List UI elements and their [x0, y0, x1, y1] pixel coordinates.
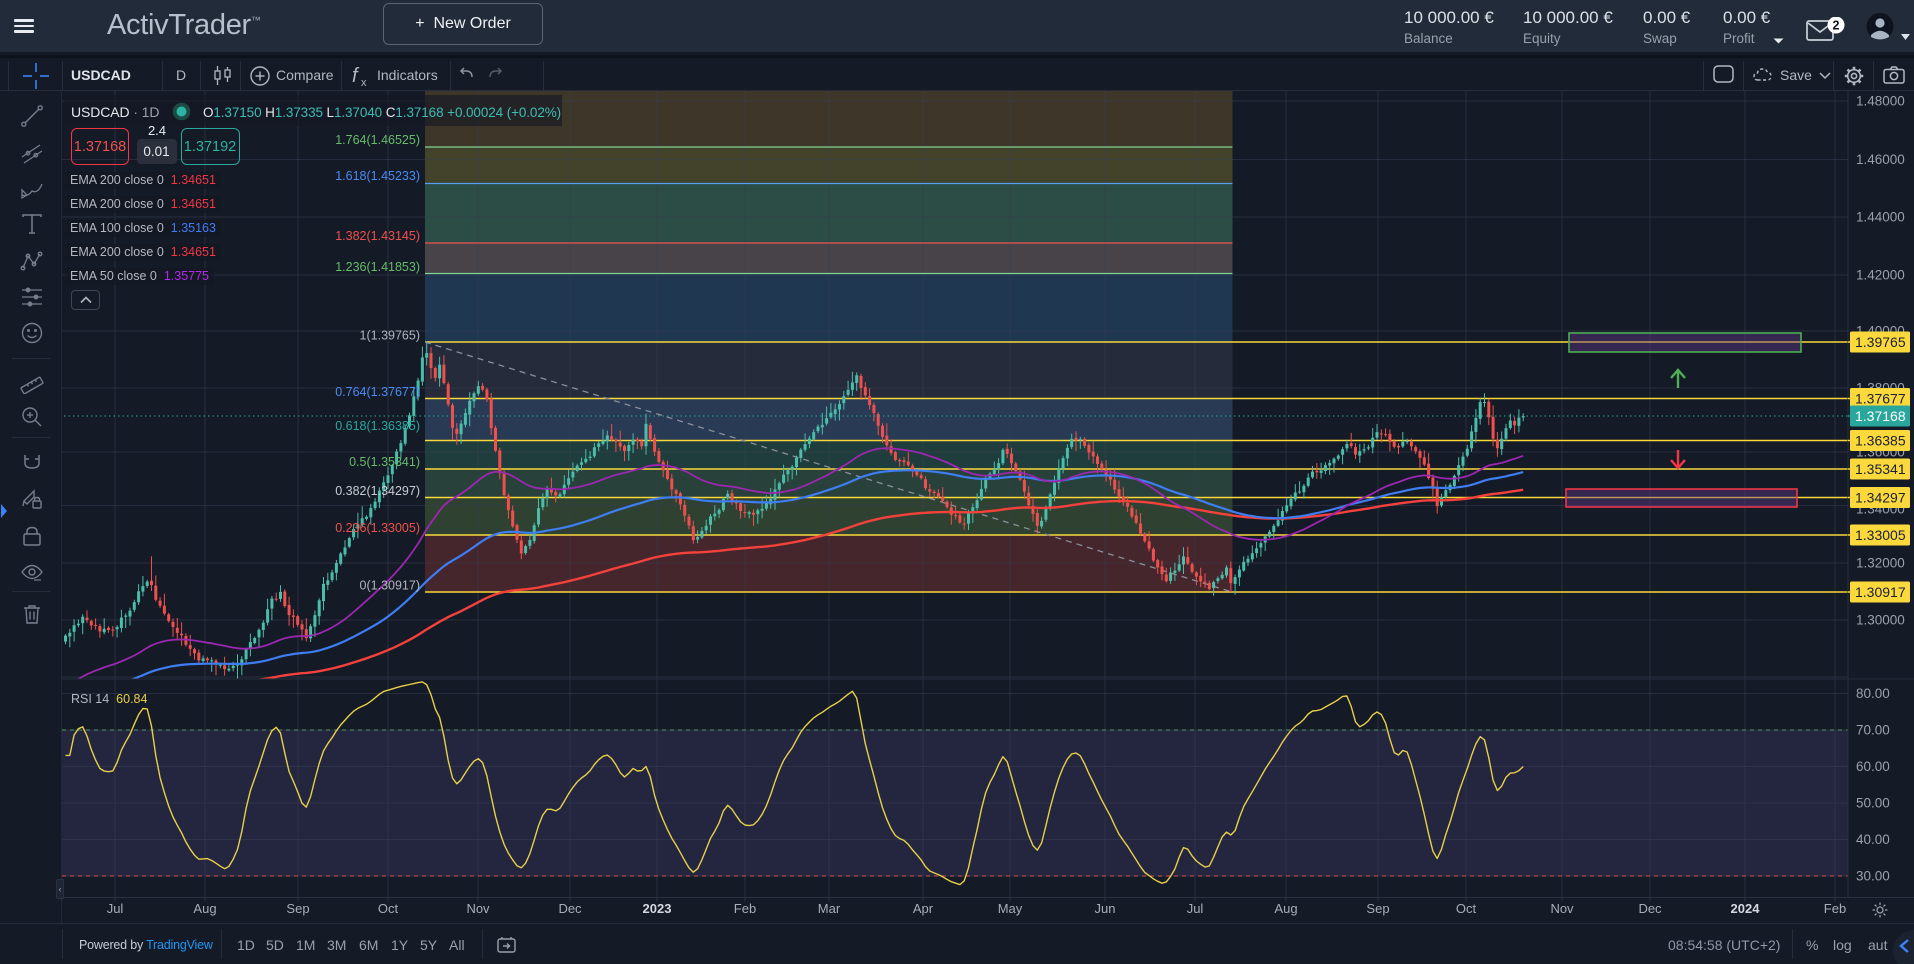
svg-text:1.764(1.46525): 1.764(1.46525) — [335, 133, 420, 147]
svg-text:0(1.30917): 0(1.30917) — [360, 579, 420, 593]
svg-text:0.236(1.33005): 0.236(1.33005) — [335, 521, 420, 535]
svg-text:Oct: Oct — [378, 901, 399, 916]
svg-text:1.37168: 1.37168 — [1855, 408, 1906, 424]
svg-text:f: f — [352, 65, 360, 87]
svg-text:Aug: Aug — [193, 901, 216, 916]
svg-text:50.00: 50.00 — [1856, 796, 1890, 811]
svg-text:1.37677: 1.37677 — [1855, 391, 1906, 407]
svg-text:2024: 2024 — [1731, 901, 1761, 916]
svg-text:2023: 2023 — [643, 901, 672, 916]
svg-text:1.42000: 1.42000 — [1856, 268, 1905, 283]
svg-text:60.00: 60.00 — [1856, 759, 1890, 774]
svg-text:Jul: Jul — [107, 901, 124, 916]
svg-text:1(1.39765): 1(1.39765) — [360, 329, 420, 343]
svg-text:Oct: Oct — [1456, 901, 1477, 916]
svg-text:Feb: Feb — [734, 901, 756, 916]
svg-text:Jul: Jul — [1187, 901, 1204, 916]
svg-text:0.382(1.34297): 0.382(1.34297) — [335, 484, 420, 498]
svg-text:Dec: Dec — [558, 901, 582, 916]
svg-text:Apr: Apr — [913, 901, 934, 916]
svg-text:40.00: 40.00 — [1856, 832, 1890, 847]
svg-text:1.32000: 1.32000 — [1856, 556, 1905, 571]
svg-text:1.33005: 1.33005 — [1855, 527, 1906, 543]
svg-text:Aug: Aug — [1274, 901, 1297, 916]
svg-text:0.764(1.37677): 0.764(1.37677) — [335, 385, 420, 399]
svg-text:Mar: Mar — [818, 901, 841, 916]
svg-text:Nov: Nov — [1550, 901, 1574, 916]
svg-text:80.00: 80.00 — [1856, 686, 1890, 701]
svg-text:Sep: Sep — [1366, 901, 1389, 916]
svg-text:1.30917: 1.30917 — [1855, 584, 1906, 600]
svg-text:0.618(1.36385): 0.618(1.36385) — [335, 419, 420, 433]
svg-text:1.30000: 1.30000 — [1856, 613, 1905, 628]
svg-text:Feb: Feb — [1824, 901, 1846, 916]
svg-text:1.34297: 1.34297 — [1855, 490, 1906, 506]
svg-text:Dec: Dec — [1638, 901, 1662, 916]
svg-text:1.48000: 1.48000 — [1856, 94, 1905, 109]
svg-text:1.39765: 1.39765 — [1855, 334, 1906, 350]
svg-text:Nov: Nov — [466, 901, 490, 916]
svg-text:0.5(1.35341): 0.5(1.35341) — [349, 455, 420, 469]
svg-text:1.35341: 1.35341 — [1855, 461, 1906, 477]
svg-text:1.36385: 1.36385 — [1855, 433, 1906, 449]
svg-text:30.00: 30.00 — [1856, 869, 1890, 884]
svg-text:Jun: Jun — [1095, 901, 1116, 916]
svg-text:1.44000: 1.44000 — [1856, 210, 1905, 225]
svg-text:1.46000: 1.46000 — [1856, 152, 1905, 167]
svg-text:70.00: 70.00 — [1856, 723, 1890, 738]
svg-text:Sep: Sep — [286, 901, 309, 916]
svg-text:May: May — [998, 901, 1023, 916]
svg-text:x: x — [361, 77, 367, 87]
svg-text:2: 2 — [1833, 19, 1840, 33]
